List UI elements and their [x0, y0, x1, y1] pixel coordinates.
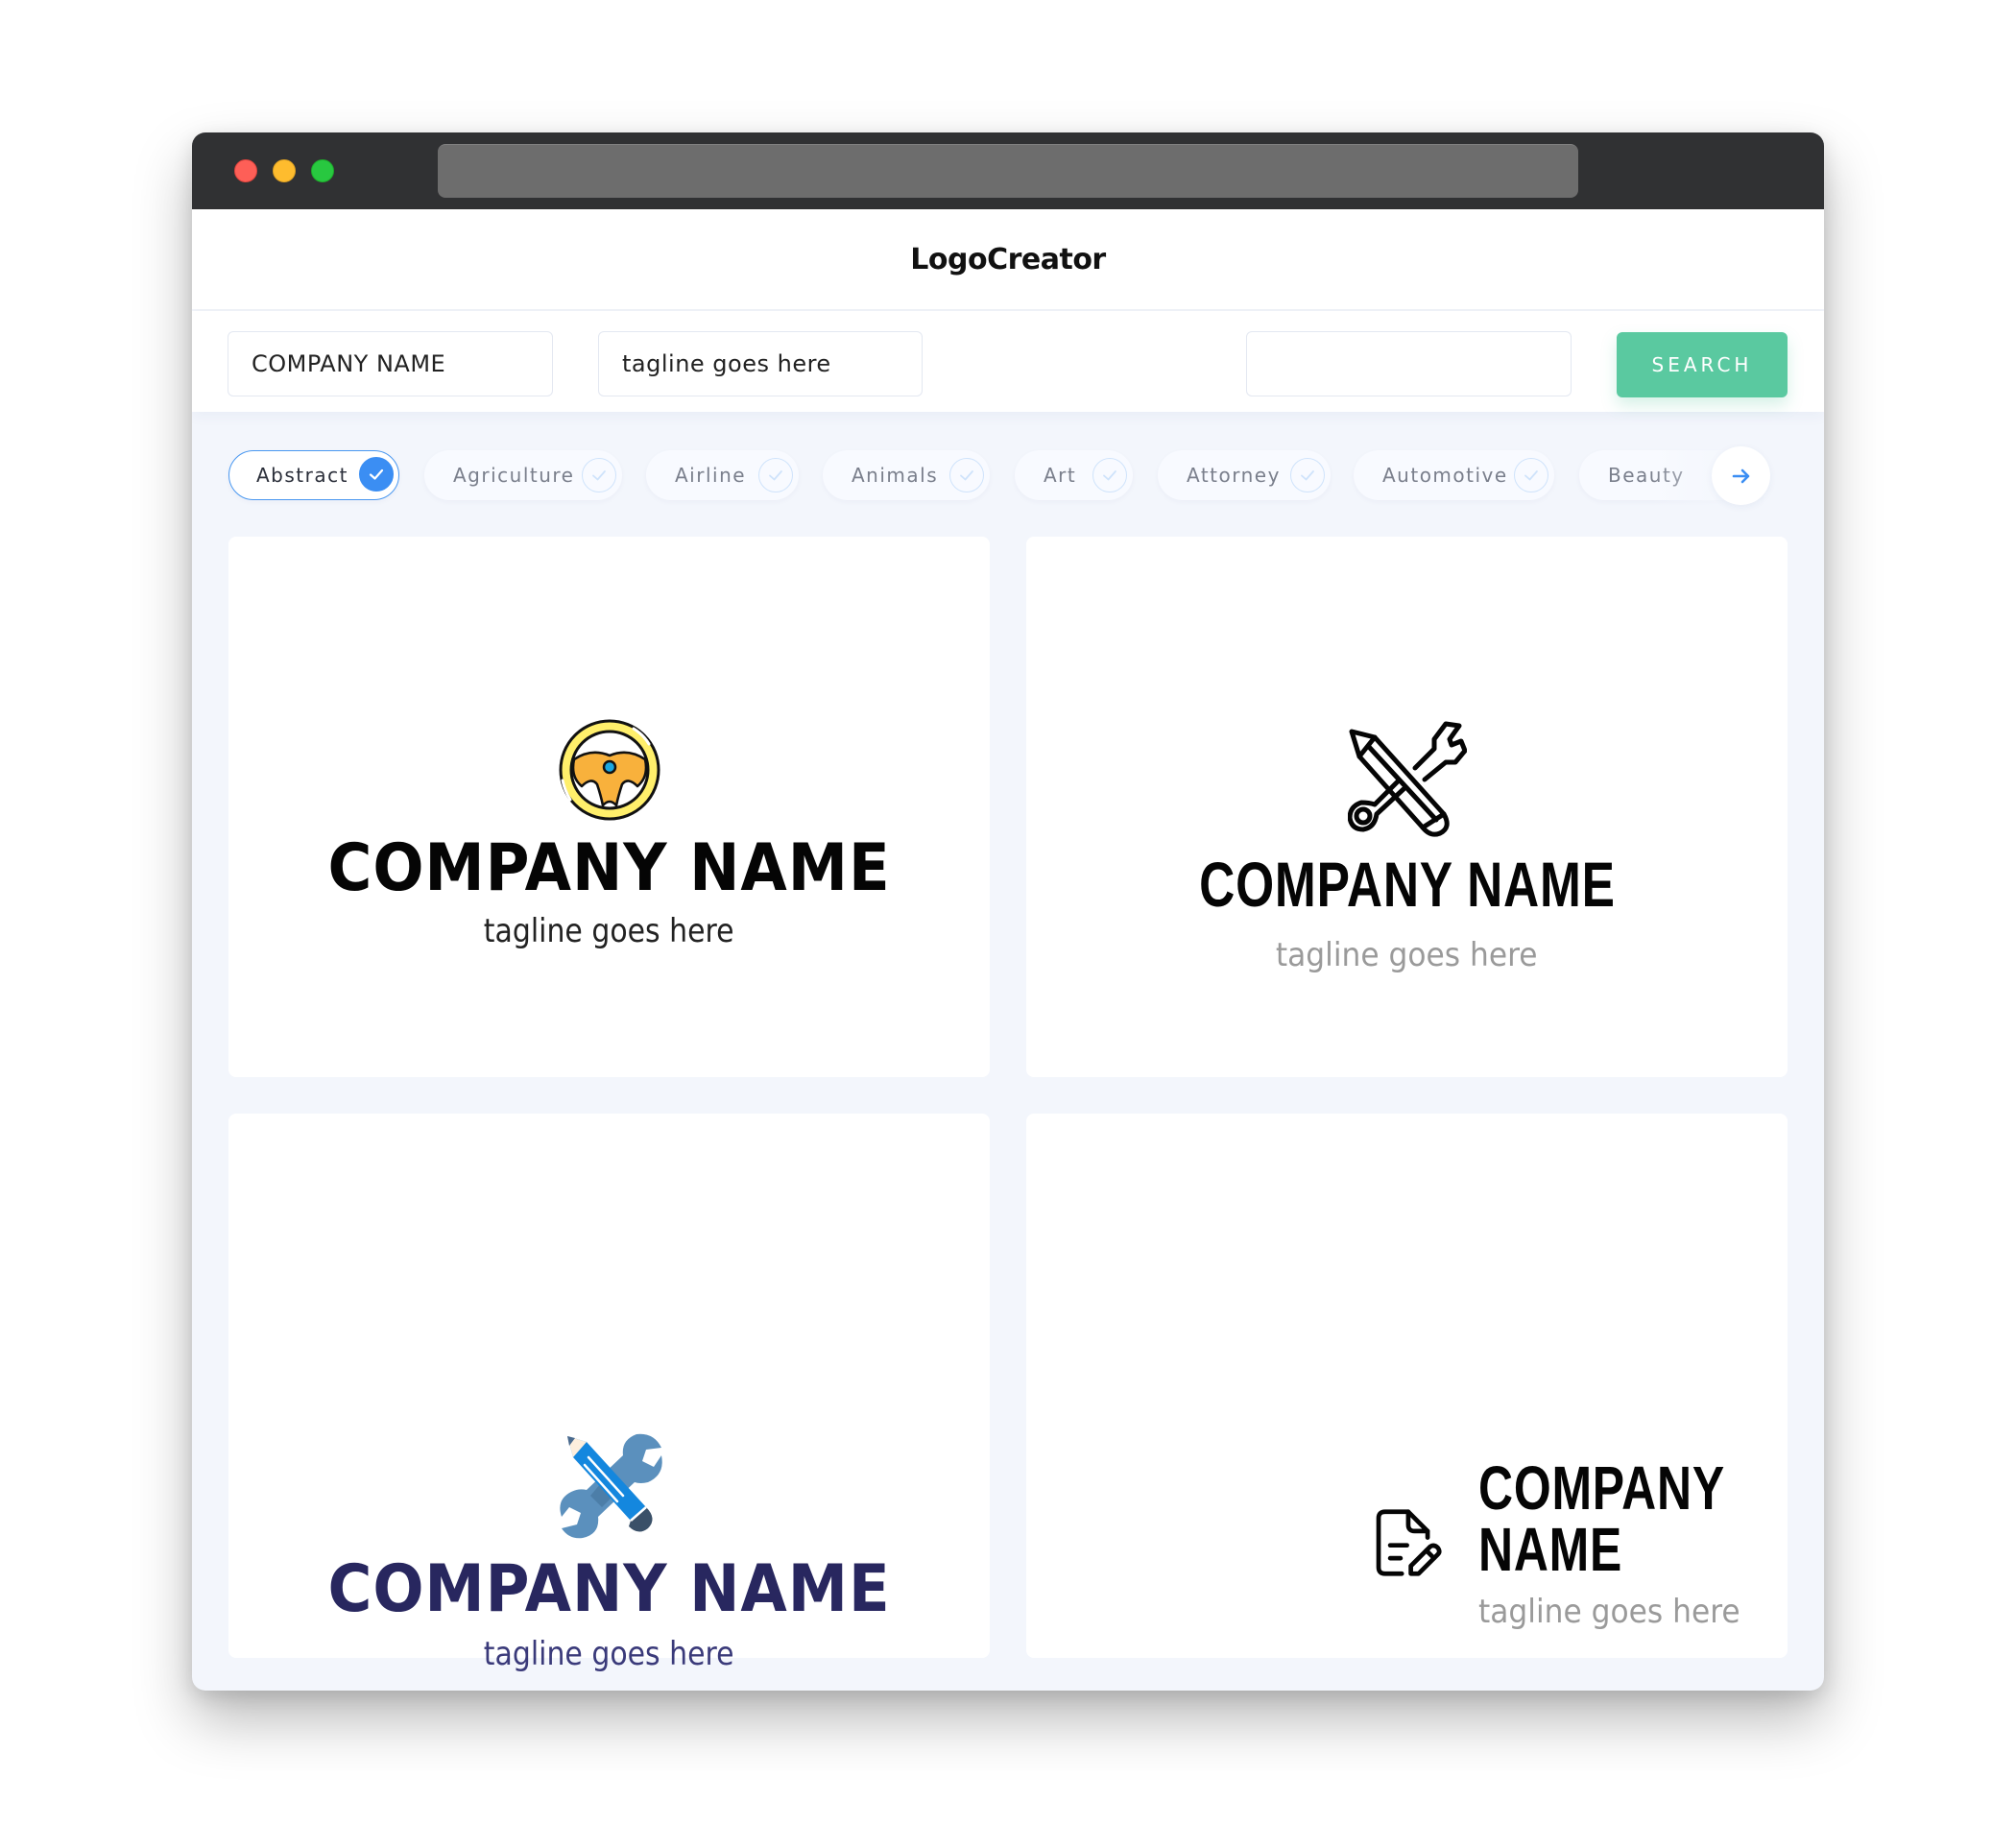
- maximize-window-button[interactable]: [311, 159, 334, 182]
- check-icon: [1290, 458, 1325, 492]
- check-icon: [1514, 458, 1548, 492]
- category-chip-label: Airline: [675, 464, 747, 487]
- check-icon: [758, 458, 793, 492]
- check-icon: [1092, 458, 1127, 492]
- steering-wheel-icon: [559, 719, 660, 821]
- address-bar[interactable]: [438, 144, 1578, 198]
- app-header: LogoCreator: [192, 209, 1824, 309]
- logo-card[interactable]: COMPANY NAME tagline goes here: [228, 1114, 990, 1670]
- logo-card[interactable]: COMPANY NAME tagline goes here: [1026, 1114, 1788, 1658]
- category-filter-bar: Abstract Agriculture Airline Animals Art: [192, 445, 1824, 513]
- close-window-button[interactable]: [234, 159, 257, 182]
- browser-titlebar: [192, 132, 1824, 209]
- search-bar: COMPANY NAME tagline goes here SEARCH: [192, 311, 1824, 412]
- logo-tagline: tagline goes here: [1276, 936, 1538, 974]
- pencil-wrench-color-icon: [559, 1433, 662, 1539]
- logo-company-name: COMPANY NAME: [1477, 1453, 1724, 1584]
- logo-company-name: COMPANY NAME: [1198, 849, 1616, 920]
- company-name-input[interactable]: COMPANY NAME: [228, 331, 553, 396]
- category-chip-label: Animals: [852, 464, 939, 487]
- logo-tagline: tagline goes here: [484, 912, 734, 950]
- check-icon: [359, 457, 394, 492]
- category-chip-label: Automotive: [1382, 464, 1508, 487]
- tagline-input[interactable]: tagline goes here: [598, 331, 923, 396]
- next-categories-button[interactable]: [1712, 446, 1770, 505]
- category-chip-animals[interactable]: Animals: [823, 450, 990, 500]
- app-title[interactable]: LogoCreator: [910, 243, 1106, 276]
- logo-preview: COMPANY NAME tagline goes here: [228, 1428, 990, 1670]
- category-chip-art[interactable]: Art: [1015, 450, 1133, 500]
- category-chip-attorney[interactable]: Attorney: [1158, 450, 1331, 500]
- check-icon: [949, 458, 984, 492]
- logo-tagline: tagline goes here: [484, 1635, 734, 1673]
- logo-text-block: COMPANY NAME tagline goes here: [1478, 1457, 1824, 1628]
- pencil-wrench-outline-icon: [1347, 721, 1467, 837]
- category-chip-label: Art: [1044, 464, 1077, 487]
- logo-preview: COMPANY NAME tagline goes here: [228, 717, 990, 948]
- category-chip-automotive[interactable]: Automotive: [1354, 450, 1554, 500]
- keyword-input[interactable]: [1246, 331, 1572, 396]
- category-chip-agriculture[interactable]: Agriculture: [424, 450, 622, 500]
- search-button[interactable]: SEARCH: [1617, 332, 1788, 397]
- browser-window: LogoCreator COMPANY NAME tagline goes he…: [192, 132, 1824, 1691]
- arrow-right-icon: [1732, 468, 1749, 483]
- logo-company-name: COMPANY NAME: [327, 830, 891, 906]
- category-chip-label: Attorney: [1187, 464, 1281, 487]
- category-chip-label: Agriculture: [453, 464, 575, 487]
- logo-preview: COMPANY NAME tagline goes here: [1026, 718, 1788, 972]
- category-chip-airline[interactable]: Airline: [646, 450, 799, 500]
- document-edit-icon: [1376, 1509, 1442, 1576]
- logo-preview: COMPANY NAME tagline goes here: [1375, 1457, 1824, 1628]
- logo-card[interactable]: COMPANY NAME tagline goes here: [1026, 537, 1788, 1077]
- logo-card[interactable]: COMPANY NAME tagline goes here: [228, 537, 990, 1077]
- logo-tagline: tagline goes here: [1477, 1593, 1740, 1631]
- logo-company-name: COMPANY NAME: [327, 1551, 891, 1627]
- minimize-window-button[interactable]: [273, 159, 296, 182]
- category-chip-label: Abstract: [256, 464, 348, 487]
- check-icon: [582, 458, 616, 492]
- category-chip-label: Beauty: [1608, 464, 1685, 487]
- category-chip-abstract[interactable]: Abstract: [228, 450, 399, 500]
